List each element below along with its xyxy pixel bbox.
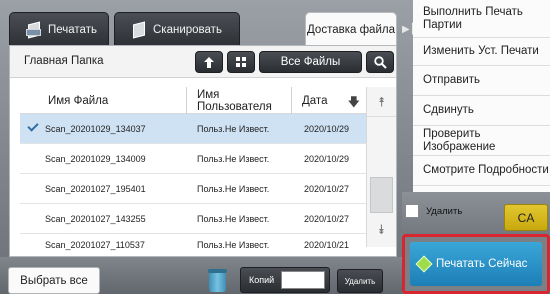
tab-scan-label: Сканировать bbox=[153, 23, 222, 36]
file-date: 2020/10/27 bbox=[304, 184, 350, 194]
double-down-icon[interactable]: ⯯ bbox=[367, 213, 396, 247]
file-date: 2020/10/27 bbox=[304, 214, 350, 224]
menu-batch-print[interactable]: Выполнить Печать Партии bbox=[413, 0, 550, 38]
table-row[interactable]: Scan_20201029_134037 Польз.Не Извест. 20… bbox=[20, 114, 366, 144]
menu-see-details[interactable]: Смотрите Подробности bbox=[413, 156, 550, 186]
menu-move[interactable]: Сдвинуть bbox=[413, 96, 550, 126]
table-row[interactable]: Scan_20201027_143255 Польз.Не Извест. 20… bbox=[20, 204, 366, 234]
user-name: Польз.Не Извест. bbox=[197, 240, 270, 250]
search-icon bbox=[373, 55, 387, 69]
column-file-name-label: Имя Файла bbox=[48, 94, 109, 107]
scrollbar[interactable]: ⯭ ⯯ bbox=[366, 87, 396, 247]
action-menu: Выполнить Печать Партии Изменить Уст. Пе… bbox=[413, 0, 550, 192]
folder-up-button[interactable] bbox=[195, 51, 223, 73]
panel-header: Главная Папка Все Файлы bbox=[10, 46, 396, 78]
file-name: Scan_20201029_134009 bbox=[45, 154, 146, 164]
user-name: Польз.Не Извест. bbox=[197, 214, 270, 224]
sort-down-icon: 🡇 bbox=[347, 95, 360, 109]
copies-label: Копий bbox=[249, 275, 275, 285]
printer-icon bbox=[26, 23, 41, 36]
user-name: Польз.Не Извест. bbox=[197, 124, 270, 134]
print-now-button[interactable]: Печатать Сейчас bbox=[410, 242, 542, 286]
trash-icon bbox=[208, 269, 227, 292]
clear-all-button[interactable]: CA bbox=[504, 204, 548, 231]
delete-checkbox-label: Удалить bbox=[426, 206, 463, 217]
file-list-panel: Главная Папка Все Файлы Имя Файла Имя По… bbox=[9, 45, 397, 257]
user-name: Польз.Не Извест. bbox=[197, 184, 270, 194]
print-now-highlight: Печатать Сейчас bbox=[402, 234, 550, 294]
tab-print[interactable]: Печатать bbox=[9, 12, 109, 46]
table-row[interactable]: Scan_20201029_134009 Польз.Не Извест. 20… bbox=[20, 144, 366, 174]
menu-send[interactable]: Отправить bbox=[413, 66, 550, 96]
check-icon bbox=[27, 120, 39, 132]
start-icon bbox=[415, 255, 433, 273]
grid-icon bbox=[236, 57, 246, 67]
delete-option-area: Удалить CA bbox=[402, 192, 550, 234]
file-name: Scan_20201027_143255 bbox=[45, 214, 146, 224]
delete-checkbox[interactable] bbox=[405, 204, 419, 218]
column-user-name-label: Имя Пользователя bbox=[197, 88, 272, 113]
table-row[interactable]: Scan_20201027_110537 Польз.Не Извест. 20… bbox=[20, 234, 366, 256]
column-date[interactable]: Дата 🡇 bbox=[292, 87, 366, 114]
menu-change-print-settings[interactable]: Изменить Уст. Печати bbox=[413, 38, 550, 66]
tab-print-label: Печатать bbox=[48, 23, 97, 36]
tab-delivery-label: Доставка файла bbox=[307, 23, 395, 36]
file-date: 2020/10/29 bbox=[304, 124, 350, 134]
screen: Печатать Сканировать Доставка файла Глав… bbox=[0, 0, 550, 294]
file-date: 2020/10/21 bbox=[304, 240, 350, 250]
file-name: Scan_20201027_110537 bbox=[45, 240, 145, 250]
column-user-name[interactable]: Имя Пользователя bbox=[187, 87, 292, 114]
file-date: 2020/10/29 bbox=[304, 154, 350, 164]
thumbnail-view-button[interactable] bbox=[227, 51, 255, 73]
copies-input[interactable] bbox=[281, 271, 325, 289]
column-header: Имя Файла Имя Пользователя Дата 🡇 bbox=[20, 87, 366, 114]
arrow-up-icon bbox=[204, 56, 214, 68]
select-all-button[interactable]: Выбрать все bbox=[8, 267, 100, 294]
file-name: Scan_20201029_134037 bbox=[45, 124, 146, 134]
user-name: Польз.Не Извест. bbox=[197, 154, 270, 164]
bottom-bar: Выбрать все Копий Удалить bbox=[0, 257, 402, 294]
scanner-icon bbox=[131, 23, 145, 36]
tab-scan[interactable]: Сканировать bbox=[114, 12, 240, 46]
column-file-name[interactable]: Имя Файла bbox=[20, 87, 187, 114]
scroll-thumb[interactable] bbox=[370, 177, 393, 213]
copies-control: Копий bbox=[240, 267, 330, 293]
search-button[interactable] bbox=[366, 51, 394, 73]
column-date-label: Дата bbox=[302, 94, 328, 107]
all-files-button[interactable]: Все Файлы bbox=[259, 51, 362, 73]
menu-check-image[interactable]: Проверить Изображение bbox=[413, 126, 550, 156]
print-now-label: Печатать Сейчас bbox=[436, 258, 528, 270]
folder-title: Главная Папка bbox=[24, 55, 104, 67]
double-up-icon[interactable]: ⯭ bbox=[367, 87, 396, 117]
file-name: Scan_20201027_195401 bbox=[45, 184, 146, 194]
table-row[interactable]: Scan_20201027_195401 Польз.Не Извест. 20… bbox=[20, 174, 366, 204]
tab-file-delivery[interactable]: Доставка файла bbox=[305, 12, 397, 46]
delete-button[interactable]: Удалить bbox=[337, 269, 383, 293]
